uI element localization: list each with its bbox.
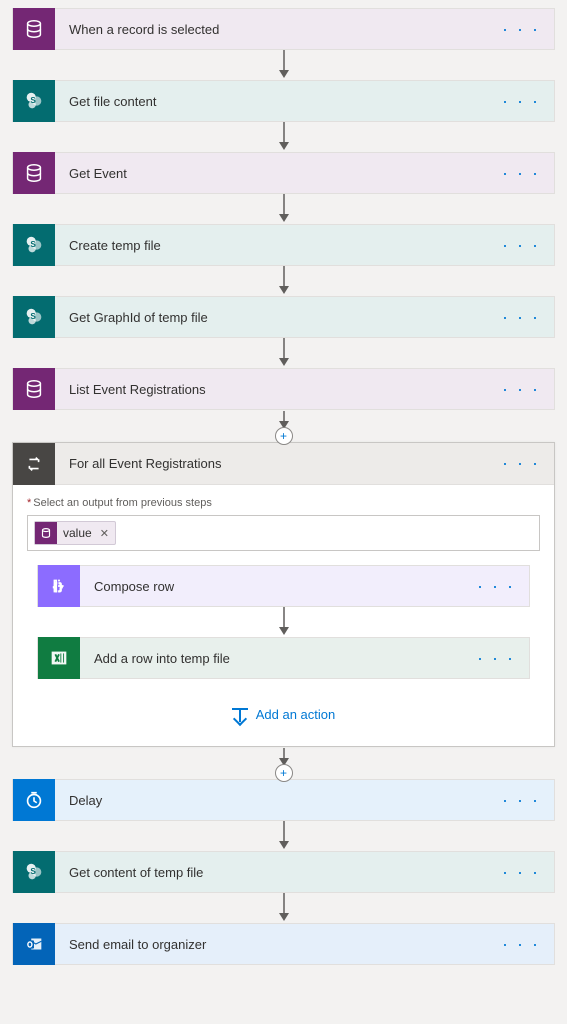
step-send-email[interactable]: Send email to organizer · · · [12, 923, 555, 965]
svg-text:S: S [30, 240, 36, 249]
step-menu-button[interactable]: · · · [488, 163, 554, 184]
flow-canvas: When a record is selected · · · S Get fi… [12, 8, 555, 965]
step-add-row[interactable]: Add a row into temp file · · · [37, 637, 530, 679]
outlook-icon [13, 923, 55, 965]
connector-arrow [276, 893, 292, 923]
add-action-label: Add an action [256, 707, 336, 722]
step-title: Compose row [80, 579, 463, 594]
step-menu-button[interactable]: · · · [488, 934, 554, 955]
step-get-event[interactable]: Get Event · · · [12, 152, 555, 194]
token-value[interactable]: value ✕ [34, 521, 116, 545]
dataverse-icon [13, 8, 55, 50]
step-get-file-content[interactable]: S Get file content · · · [12, 80, 555, 122]
step-foreach[interactable]: For all Event Registrations · · · [13, 443, 554, 485]
compose-icon: { } [38, 565, 80, 607]
add-action-icon [232, 708, 248, 722]
dataverse-icon [13, 368, 55, 410]
step-title: Add a row into temp file [80, 651, 463, 666]
svg-text:S: S [30, 867, 36, 876]
dataverse-icon [13, 152, 55, 194]
step-title: Send email to organizer [55, 937, 488, 952]
loop-icon [13, 443, 55, 485]
connector-arrow [276, 194, 292, 224]
sharepoint-icon: S [13, 80, 55, 122]
svg-text:{ }: { } [54, 582, 63, 592]
foreach-body: *Select an output from previous steps va… [13, 485, 554, 728]
step-menu-button[interactable]: · · · [488, 91, 554, 112]
step-menu-button[interactable]: · · · [463, 576, 529, 597]
insert-step-button[interactable]: + [275, 427, 293, 445]
step-get-temp-content[interactable]: S Get content of temp file · · · [12, 851, 555, 893]
step-list-registrations[interactable]: List Event Registrations · · · [12, 368, 555, 410]
foreach-inner-steps: { } Compose row · · · Add a row into tem… [27, 565, 540, 722]
step-title: Delay [55, 793, 488, 808]
connector-arrow [276, 338, 292, 368]
step-title: Get file content [55, 94, 488, 109]
connector-arrow [276, 122, 292, 152]
step-title: Get Event [55, 166, 488, 181]
svg-text:S: S [30, 312, 36, 321]
connector-arrow [276, 607, 292, 637]
token-remove-button[interactable]: ✕ [100, 527, 109, 540]
step-create-temp-file[interactable]: S Create temp file · · · [12, 224, 555, 266]
step-get-graphid[interactable]: S Get GraphId of temp file · · · [12, 296, 555, 338]
step-menu-button[interactable]: · · · [488, 235, 554, 256]
step-compose-row[interactable]: { } Compose row · · · [37, 565, 530, 607]
dataverse-icon [35, 522, 57, 544]
step-title: Get GraphId of temp file [55, 310, 488, 325]
step-menu-button[interactable]: · · · [488, 307, 554, 328]
clock-icon [13, 779, 55, 821]
step-delay[interactable]: Delay · · · [12, 779, 555, 821]
sharepoint-icon: S [13, 296, 55, 338]
connector-arrow [276, 50, 292, 80]
connector-arrow [276, 266, 292, 296]
token-label: value [63, 526, 92, 540]
foreach-output-input[interactable]: value ✕ [27, 515, 540, 551]
step-trigger[interactable]: When a record is selected · · · [12, 8, 555, 50]
step-title: List Event Registrations [55, 382, 488, 397]
step-menu-button[interactable]: · · · [488, 453, 554, 474]
excel-icon [38, 637, 80, 679]
connector-arrow [276, 821, 292, 851]
step-title: Get content of temp file [55, 865, 488, 880]
add-action-button[interactable]: Add an action [232, 707, 336, 722]
field-label-text: Select an output from previous steps [33, 497, 212, 509]
sharepoint-icon: S [13, 224, 55, 266]
insert-step-button[interactable]: + [275, 764, 293, 782]
step-menu-button[interactable]: · · · [488, 790, 554, 811]
step-menu-button[interactable]: · · · [463, 648, 529, 669]
step-title: For all Event Registrations [55, 456, 488, 471]
step-title: Create temp file [55, 238, 488, 253]
step-menu-button[interactable]: · · · [488, 19, 554, 40]
step-title: When a record is selected [55, 22, 488, 37]
field-label: *Select an output from previous steps [27, 497, 540, 509]
step-menu-button[interactable]: · · · [488, 862, 554, 883]
svg-text:S: S [30, 96, 36, 105]
foreach-container: For all Event Registrations · · · *Selec… [12, 442, 555, 747]
step-menu-button[interactable]: · · · [488, 379, 554, 400]
sharepoint-icon: S [13, 851, 55, 893]
